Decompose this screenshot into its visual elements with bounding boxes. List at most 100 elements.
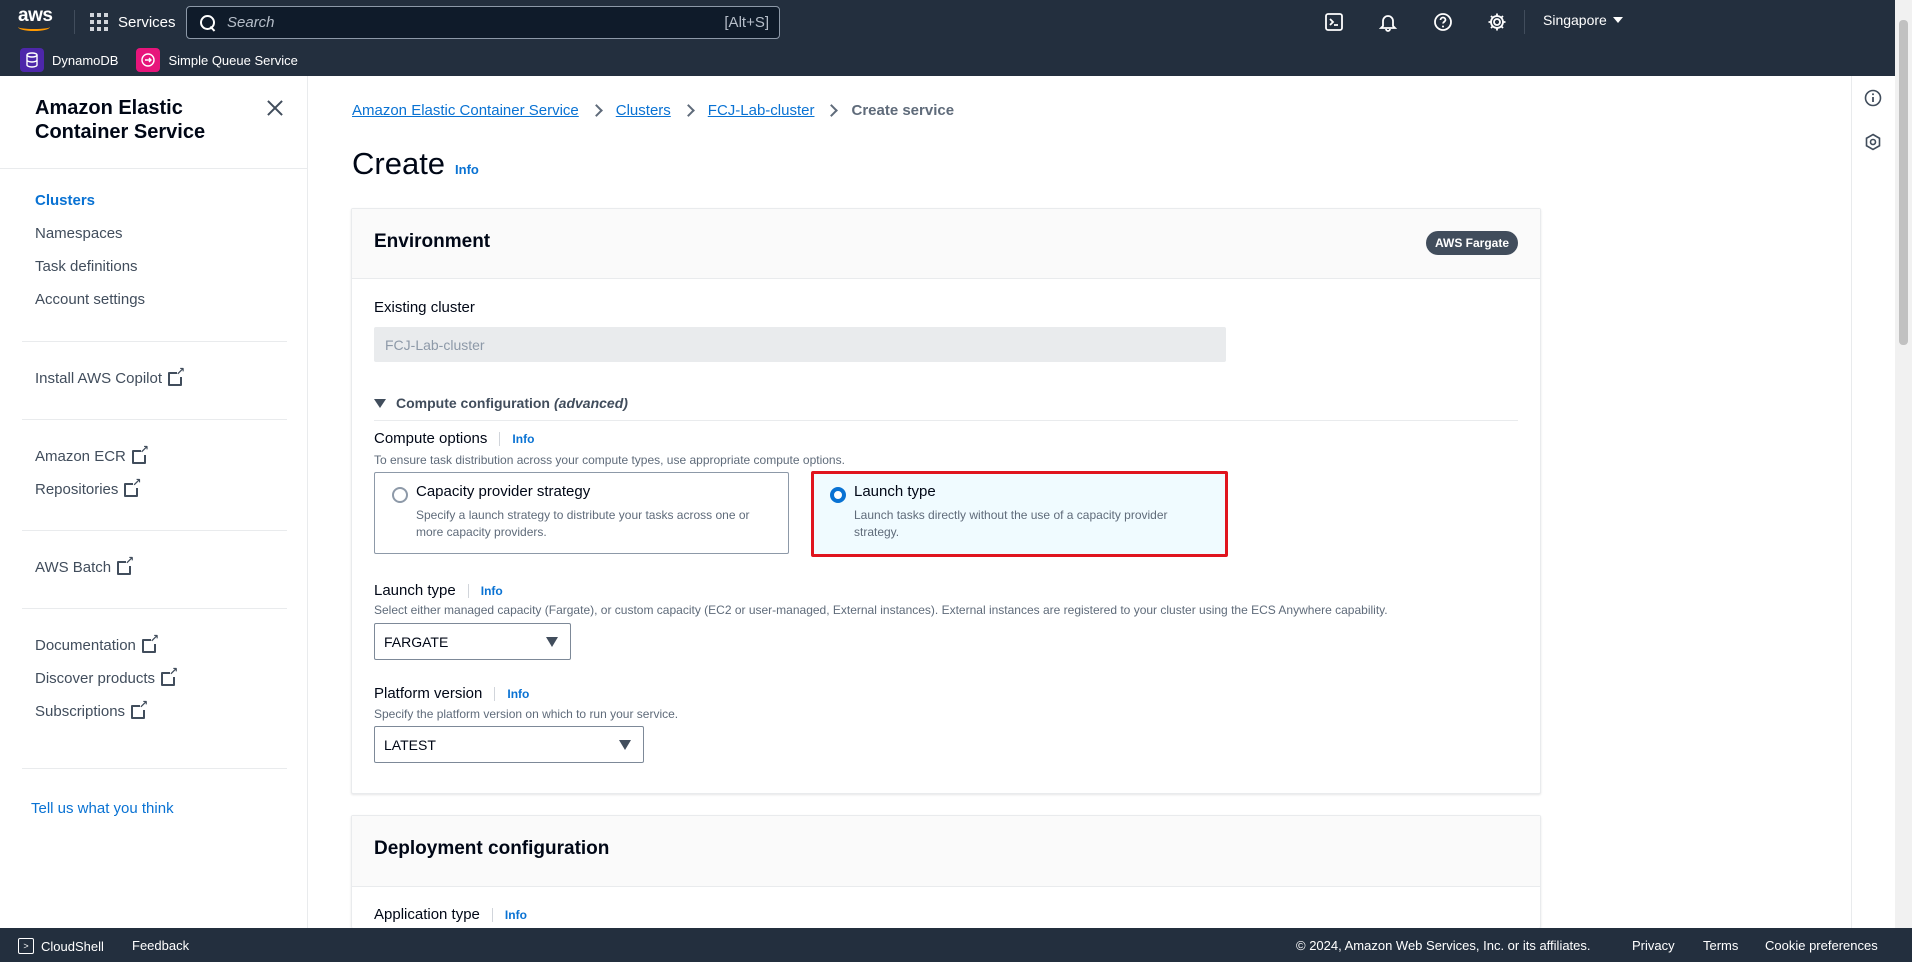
close-icon[interactable]	[265, 98, 285, 118]
favorites-bar: DynamoDB Simple Queue Service	[0, 44, 1912, 76]
info-link[interactable]: Info	[455, 162, 479, 177]
compute-options-label: Compute options Info	[374, 430, 534, 447]
info-icon[interactable]	[1863, 88, 1883, 108]
option-title: Launch type	[854, 483, 936, 500]
sidebar-item-subscriptions[interactable]: Subscriptions	[35, 699, 148, 721]
cloudshell-icon[interactable]	[1322, 10, 1346, 34]
panel-title: Environment	[374, 231, 491, 252]
cookie-preferences-link[interactable]: Cookie preferences	[1765, 938, 1878, 953]
search-icon	[199, 14, 217, 32]
sidebar-item-task-definitions[interactable]: Task definitions	[35, 258, 138, 275]
panel-header: Deployment configuration	[352, 816, 1540, 887]
feedback-link[interactable]: Tell us what you think	[31, 800, 174, 817]
external-link-icon	[131, 444, 149, 464]
scrollbar[interactable]	[1895, 0, 1912, 928]
divider	[0, 168, 308, 169]
feedback-button[interactable]: Feedback	[132, 938, 189, 953]
caret-down-icon	[546, 637, 558, 647]
select-value: FARGATE	[384, 633, 449, 650]
environment-panel: Environment AWS Fargate Existing cluster…	[351, 208, 1541, 794]
dynamodb-icon	[20, 48, 44, 72]
sidebar-item-account-settings[interactable]: Account settings	[35, 291, 145, 308]
panel-header: Environment AWS Fargate	[352, 209, 1540, 279]
cloudshell-button[interactable]: > CloudShell	[18, 938, 104, 954]
terminal-icon: >	[18, 938, 34, 954]
external-link-icon	[117, 555, 134, 575]
divider	[1524, 10, 1525, 34]
terms-link[interactable]: Terms	[1703, 938, 1738, 953]
favorite-label: Simple Queue Service	[168, 52, 298, 68]
platform-version-description: Specify the platform version on which to…	[374, 707, 679, 721]
sidebar-item-label: Discover products	[35, 670, 156, 687]
external-link-icon	[131, 699, 148, 719]
page-title: Create Info	[352, 146, 479, 182]
divider	[22, 341, 287, 342]
divider	[22, 608, 287, 609]
expander-suffix: (advanced)	[554, 395, 628, 411]
external-link-icon	[161, 666, 178, 686]
sidebar-item-aws-batch[interactable]: AWS Batch	[35, 555, 134, 577]
existing-cluster-label: Existing cluster	[374, 299, 475, 316]
deployment-configuration-panel: Deployment configuration Application typ…	[351, 815, 1541, 928]
compute-options-description: To ensure task distribution across your …	[374, 453, 845, 467]
aws-logo-text: aws	[18, 5, 53, 26]
option-description: Specify a launch strategy to distribute …	[416, 508, 750, 539]
footer: > CloudShell Feedback © 2024, Amazon Web…	[0, 928, 1912, 962]
platform-version-select[interactable]: LATEST	[374, 726, 644, 763]
info-link[interactable]: Info	[499, 431, 534, 446]
scrollbar-thumb[interactable]	[1899, 20, 1908, 345]
region-selector[interactable]: Singapore	[1543, 12, 1623, 28]
services-menu-button[interactable]: Services	[90, 10, 176, 34]
launch-type-description: Select either managed capacity (Fargate)…	[374, 603, 1388, 617]
search-input[interactable]: Search [Alt+S]	[186, 6, 780, 39]
search-shortcut: [Alt+S]	[724, 14, 769, 31]
capacity-provider-strategy-option[interactable]: Capacity provider strategy Specify a lau…	[374, 472, 789, 554]
breadcrumb-current: Create service	[851, 102, 955, 119]
favorite-sqs[interactable]: Simple Queue Service	[136, 48, 298, 72]
gear-icon[interactable]	[1485, 10, 1509, 34]
breadcrumb-ecs[interactable]: Amazon Elastic Container Service	[352, 102, 579, 119]
radio-button[interactable]	[392, 487, 408, 503]
caret-down-icon	[374, 398, 386, 408]
breadcrumb-clusters[interactable]: Clusters	[616, 102, 671, 119]
application-type-label: Application type Info	[374, 906, 527, 923]
info-link[interactable]: Info	[494, 686, 529, 701]
breadcrumb-cluster[interactable]: FCJ-Lab-cluster	[708, 102, 815, 119]
label-text: Platform version	[374, 685, 483, 702]
sidebar-item-repositories[interactable]: Repositories	[35, 477, 141, 499]
sidebar-title[interactable]: Amazon Elastic Container Service	[35, 96, 255, 144]
expander-label: Compute configuration	[396, 395, 550, 411]
aws-logo[interactable]: aws	[18, 6, 58, 36]
favorite-dynamodb[interactable]: DynamoDB	[20, 48, 118, 72]
chevron-right-icon	[681, 104, 695, 117]
launch-type-option[interactable]: Launch type Launch tasks directly withou…	[811, 471, 1228, 557]
divider	[74, 10, 75, 34]
info-link[interactable]: Info	[467, 583, 503, 598]
side-navigation: Amazon Elastic Container Service Cluster…	[0, 76, 308, 928]
help-icon[interactable]	[1431, 10, 1455, 34]
sidebar-item-clusters[interactable]: Clusters	[35, 192, 95, 209]
divider	[22, 768, 287, 769]
favorite-label: DynamoDB	[52, 52, 119, 68]
radio-button-selected[interactable]	[830, 487, 846, 503]
sidebar-item-discover-products[interactable]: Discover products	[35, 666, 178, 688]
privacy-link[interactable]: Privacy	[1632, 938, 1675, 953]
sidebar-item-documentation[interactable]: Documentation	[35, 633, 159, 655]
sidebar-item-amazon-ecr[interactable]: Amazon ECR	[35, 444, 149, 466]
sidebar-item-install-copilot[interactable]: Install AWS Copilot	[35, 366, 185, 388]
launch-type-select[interactable]: FARGATE	[374, 623, 571, 660]
option-title: Capacity provider strategy	[416, 483, 591, 500]
info-link[interactable]: Info	[491, 907, 527, 922]
cloudshell-label: CloudShell	[41, 938, 104, 954]
label-text: Application type	[374, 906, 480, 923]
copyright-text: © 2024, Amazon Web Services, Inc. or its…	[1296, 938, 1591, 953]
compute-configuration-expander[interactable]: Compute configuration (advanced)	[374, 395, 628, 411]
divider	[22, 419, 287, 420]
sidebar-item-label: Documentation	[35, 637, 136, 654]
label-text: Compute options	[374, 430, 488, 447]
bell-icon[interactable]	[1376, 10, 1400, 34]
sidebar-item-label: AWS Batch	[35, 559, 112, 576]
hexagon-icon[interactable]	[1863, 132, 1883, 152]
sidebar-item-namespaces[interactable]: Namespaces	[35, 225, 123, 242]
launch-type-label: Launch type Info	[374, 582, 503, 599]
